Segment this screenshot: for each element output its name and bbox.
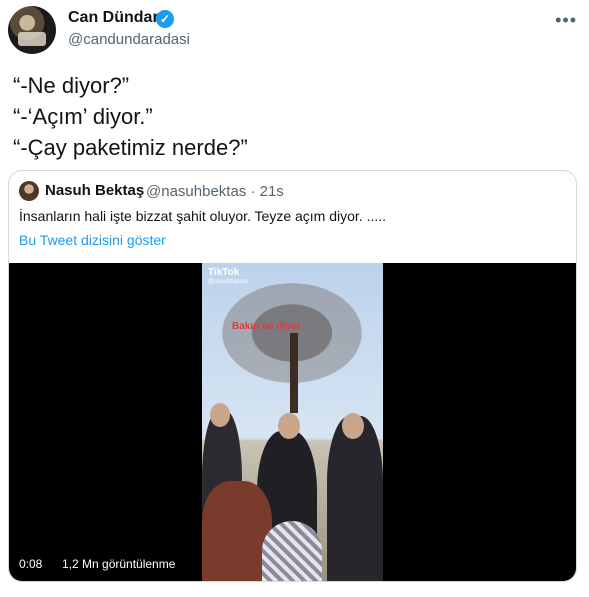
tiktok-logo: TikTok bbox=[208, 267, 240, 278]
person-head bbox=[278, 413, 300, 439]
video-view-count: 1,2 Mn görüntülenme bbox=[62, 557, 176, 571]
person-figure bbox=[262, 521, 322, 581]
verified-badge-icon: ✓ bbox=[156, 10, 174, 28]
person-head bbox=[210, 403, 230, 427]
more-horizontal-icon[interactable]: ••• bbox=[555, 10, 577, 31]
tree-trunk-shape bbox=[290, 333, 298, 413]
quoted-tweet[interactable]: Nasuh Bektaş @nasuhbektas · 21s İnsanlar… bbox=[8, 170, 577, 582]
author-avatar[interactable] bbox=[8, 6, 56, 54]
tweet-text: “-Ne diyor?” “-‘Açım’ diyor.” “-Çay pake… bbox=[13, 70, 248, 163]
tweet-line: “-Ne diyor?” bbox=[13, 73, 130, 98]
author-handle[interactable]: @candundaradasi bbox=[68, 31, 190, 48]
show-thread-link[interactable]: Bu Tweet dizisini göster bbox=[19, 232, 166, 248]
tweet-line: “-‘Açım’ diyor.” bbox=[13, 104, 153, 129]
video-frame: Bakın ne diyor TikTok @nasuhbektas bbox=[202, 263, 383, 581]
quoted-author-avatar bbox=[19, 181, 39, 201]
video-player[interactable]: Bakın ne diyor TikTok @nasuhbektas 0:08 … bbox=[9, 263, 576, 581]
author-display-name[interactable]: Can Dündar bbox=[68, 9, 159, 27]
tiktok-handle: @nasuhbektas bbox=[208, 279, 249, 285]
video-elapsed-time: 0:08 bbox=[19, 557, 43, 571]
person-head bbox=[342, 413, 364, 439]
video-overlay-caption: Bakın ne diyor bbox=[232, 321, 301, 332]
person-figure bbox=[327, 416, 383, 581]
tweet-line: “-Çay paketimiz nerde?” bbox=[13, 135, 248, 160]
quoted-author-meta: @nasuhbektas · 21s bbox=[146, 183, 284, 200]
quoted-author-name: Nasuh Bektaş bbox=[45, 182, 145, 199]
quoted-tweet-text: İnsanların hali işte bizzat şahit oluyor… bbox=[19, 208, 387, 224]
